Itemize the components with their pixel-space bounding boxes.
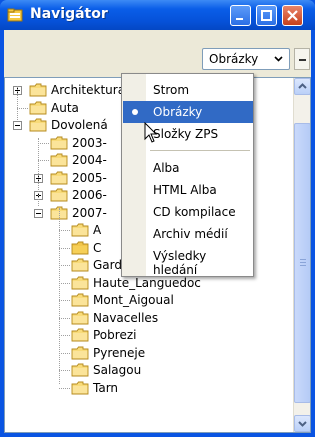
menu-item-label: Archiv médií [153,227,228,241]
tree-item-label: Pobrezi [93,328,137,342]
folder-icon [71,311,89,324]
menu-item-label: Výsledky hledání [153,249,207,277]
tree-item-label: 2007- [72,205,107,220]
folder-icon [50,136,68,149]
menu-item[interactable]: Alba [123,157,253,179]
folder-icon [71,328,89,342]
tree-item-label: C [93,240,102,255]
chevron-down-icon [274,56,283,62]
tree-item-label: Tarn [93,380,119,395]
folder-icon [71,363,89,377]
tree-item-label: Dovolená [51,118,108,132]
window-title: Navigátor [30,6,108,22]
tree-item[interactable]: Salagou [71,362,310,378]
tree-item-label: A [93,223,102,237]
folder-icon [71,381,89,394]
maximize-icon [261,10,272,21]
tree-item-label: Pyreneje [93,345,146,360]
pane-collapse-button[interactable] [294,48,310,70]
tree-item-label: Gard [93,258,122,272]
tree-item-label: Mont_Aigoual [93,293,174,307]
radio-bullet-icon [132,109,138,115]
menu-item[interactable]: CD kompilace [123,201,253,223]
collapse-icon[interactable] [13,121,22,130]
menu-item-label: HTML Alba [153,183,217,197]
folder-icon [29,83,47,97]
minimize-button[interactable] [230,5,251,26]
menu-item[interactable]: Archiv médií [123,223,253,245]
menu-item-label: Složky ZPS [153,127,219,141]
menu-item-label: CD kompilace [153,205,236,219]
close-button[interactable] [282,5,303,26]
folder-icon [50,188,68,202]
vertical-scrollbar[interactable] [293,78,310,432]
chevron-down-icon [298,421,307,427]
app-icon [7,8,23,22]
folder-icon [29,101,47,114]
menu-item[interactable]: Strom [123,79,253,101]
close-icon [287,10,298,21]
tree-item-label: 2003- [72,135,107,150]
folder-icon [71,241,89,254]
title-bar[interactable]: Navigátor [0,0,315,30]
folder-icon [71,223,89,237]
tree-item[interactable]: Navacelles [71,310,310,326]
tree-item-label: 2005- [72,170,107,185]
tree-item-label: 2006- [72,188,107,202]
folder-icon [71,293,89,307]
folder-icon [29,118,47,132]
minimize-icon [236,18,243,20]
view-select-value: Obrázky [209,52,259,66]
tree-item[interactable]: Pyreneje [71,345,310,361]
folder-icon [50,153,68,167]
maximize-button[interactable] [256,5,277,26]
menu-item[interactable]: Obrázky [123,101,253,123]
tree-item-label: Salagou [93,363,142,377]
tree-item[interactable]: Mont_Aigoual [71,292,310,308]
view-select[interactable]: Obrázky [202,48,290,70]
folder-icon [71,346,89,359]
toolbar: Obrázky [4,30,311,74]
folder-icon [71,276,89,289]
tree-item[interactable]: Tarn [71,380,310,396]
tree-item-label: Navacelles [93,310,159,325]
mouse-cursor-icon [144,122,158,143]
navigator-window: Navigátor Obrázky Architektura Auta Dovo… [0,0,315,437]
folder-icon [50,171,68,184]
menu-item[interactable]: Výsledky hledání [123,245,253,277]
menu-item[interactable]: Složky ZPS [123,123,253,145]
minus-icon [299,59,306,61]
menu-item-label: Strom [153,83,190,97]
collapse-icon[interactable] [34,208,43,218]
tree-item-label: Architektura [51,83,126,97]
chevron-up-icon [298,83,307,89]
tree-item-label: Auta [51,100,79,115]
tree-item-label: 2004- [72,153,107,167]
scroll-up-button[interactable] [294,78,310,95]
menu-item-label: Obrázky [153,105,203,119]
scroll-thumb[interactable] [294,123,310,403]
menu-separator [150,150,250,151]
folder-icon [71,258,89,272]
menu-item-label: Alba [153,161,180,175]
menu-item[interactable]: HTML Alba [123,179,253,201]
scroll-down-button[interactable] [294,415,310,432]
tree-item[interactable]: Pobrezi [71,327,310,343]
view-menu: Strom Obrázky Složky ZPS Alba HTML Alba CD ko… [121,73,254,277]
